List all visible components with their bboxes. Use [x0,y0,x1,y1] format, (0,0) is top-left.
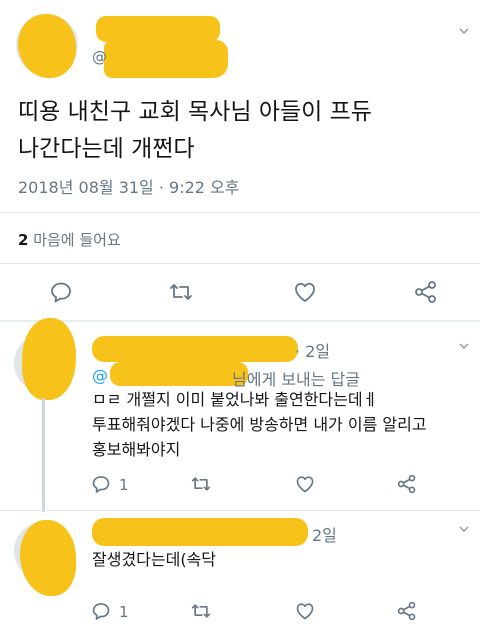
chevron-down-icon[interactable] [459,526,469,532]
username-redaction [92,518,308,546]
reply-time: · 2일 [295,342,331,361]
share-icon[interactable] [396,474,418,494]
heart-icon[interactable] [294,474,316,494]
likes-count: 2 [18,231,29,249]
thread-line [42,398,45,512]
heart-icon[interactable] [294,601,316,621]
reply-bubble-icon[interactable] [91,601,111,621]
section-divider [0,320,480,322]
reply-time: 2일 [312,526,337,545]
reply-to-label: 님에게 보내는 답글 [232,370,360,389]
divider [0,263,480,264]
retweet-icon[interactable] [190,601,212,621]
tweet-text-line-1: 띠용 내친구 교회 목사님 아들이 프듀 [18,99,372,125]
avatar-redaction [18,14,76,78]
handle-redaction [104,40,228,78]
divider [0,212,480,213]
chevron-down-icon[interactable] [459,28,469,34]
reply-to-at-sign: @ [92,366,108,385]
retweet-icon[interactable] [190,474,212,494]
avatar-redaction [22,318,76,400]
handle-at-sign: @ [92,48,107,66]
share-icon[interactable] [396,601,418,621]
divider [0,510,480,511]
tweet-text-line-2: 나간다는데 개쩐다 [18,136,195,162]
tweet-timestamp[interactable]: 2018년 08월 31일 · 9:22 오후 [18,174,239,198]
heart-icon[interactable] [292,280,318,304]
retweet-icon[interactable] [168,280,194,304]
username-redaction [96,16,220,42]
reply-text-line-1: ㅁㄹ 개쩔지 이미 붙었나봐 출연한다는데ㅔ [92,390,378,409]
share-icon[interactable] [413,280,439,304]
reply-bubble-icon[interactable] [49,280,73,304]
reply-bubble-icon[interactable] [91,474,111,494]
likes-summary[interactable]: 2 마음에 들어요 [18,229,121,250]
likes-label: 마음에 들어요 [28,231,121,249]
chevron-down-icon[interactable] [459,343,469,349]
reply-count: 1 [119,476,129,494]
reply-text-line-2: 투표해줘야겠다 나중에 방송하면 내가 이름 알리고 [92,415,427,434]
reply-to-redaction [110,362,248,386]
reply-count: 1 [119,603,129,621]
avatar-redaction [20,520,76,596]
reply-text-line-1: 잘생겼다는데(속닥 [92,550,217,569]
reply-text-line-3: 홍보해봐야지 [92,440,181,459]
username-redaction [92,336,298,362]
